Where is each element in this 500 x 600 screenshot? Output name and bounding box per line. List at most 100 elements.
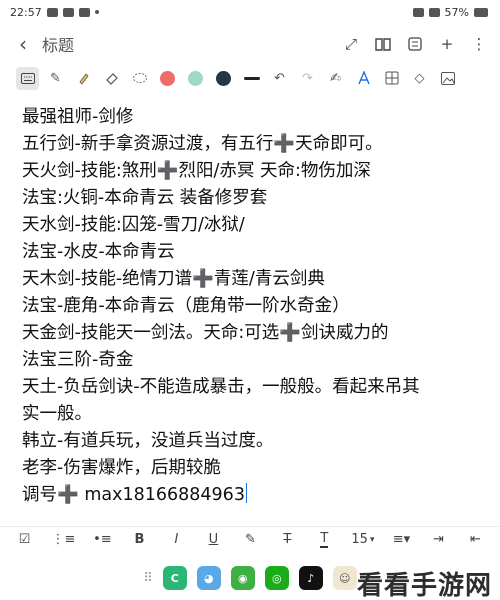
expand-icon: ⤢ <box>344 35 357 53</box>
list-panel-icon <box>408 37 422 51</box>
text-color-button[interactable]: T <box>314 529 334 551</box>
message-icon <box>78 7 90 17</box>
watermark-logo: 看看手游网 <box>356 571 492 600</box>
pen-tool[interactable]: ✎ <box>44 67 67 90</box>
color-red[interactable] <box>156 67 179 90</box>
book-icon <box>375 38 391 51</box>
insert-image-tool[interactable] <box>436 67 459 90</box>
undo-button[interactable]: ↶ <box>268 67 291 90</box>
strikethrough-icon: T <box>283 532 292 547</box>
more-notifications-dot <box>94 10 99 14</box>
italic-icon: I <box>174 532 179 547</box>
indent-button[interactable]: ⇥ <box>428 529 448 551</box>
numbered-list-button[interactable]: ⋮≡ <box>52 529 76 551</box>
redo-button[interactable]: ↷ <box>296 67 319 90</box>
note-line: 法宝:火铜-本命青云 装备修罗套 <box>22 188 268 208</box>
undo-icon: ↶ <box>274 70 285 86</box>
text-color-icon: T <box>320 531 329 548</box>
app-drawer-icon[interactable]: ⠿ <box>143 571 153 586</box>
align-icon: ≡▾ <box>392 532 411 547</box>
shapes-icon: ◇ <box>414 70 425 86</box>
notification-icon <box>46 7 58 17</box>
bold-button[interactable]: B <box>129 529 149 551</box>
dock-app-5[interactable]: ♪ <box>298 566 323 590</box>
dock-app-6[interactable]: ☺ <box>332 566 357 590</box>
signal-icon <box>412 7 424 17</box>
status-left: 22:57 <box>10 6 99 19</box>
battery-level: 57% <box>444 5 469 19</box>
note-line: 法宝三阶-奇金 <box>22 350 134 370</box>
menu-panel-button[interactable] <box>404 33 426 55</box>
note-line: 天金剑-技能天一剑法。天命:可选➕剑诀威力的 <box>22 323 389 343</box>
bullet-list-icon: •≡ <box>93 532 112 547</box>
note-last-line-wrap: 调号➕ max18166884963 <box>22 482 492 509</box>
back-button[interactable]: ‹ <box>10 31 36 57</box>
dock-app-2[interactable]: ◕ <box>196 566 221 590</box>
highlighter-tool[interactable] <box>72 67 95 90</box>
drawing-toolbar: ✎ ↶ ↷ ✍ ◇ <box>8 64 492 92</box>
color-dark[interactable] <box>212 67 235 90</box>
font-size-select[interactable]: 15 ▾ <box>351 529 374 551</box>
bullet-list-button[interactable]: •≡ <box>92 529 112 551</box>
highlight-text-icon: ✎ <box>244 532 256 547</box>
note-line: 五行剑-新手拿资源过渡，有五行➕天命即可。 <box>22 134 383 154</box>
shapes-tool[interactable]: ◇ <box>408 67 431 90</box>
align-button[interactable]: ≡▾ <box>391 529 411 551</box>
note-line: 天水剑-技能:囚笼-雪刀/冰狱/ <box>22 215 245 235</box>
indent-icon: ⇥ <box>433 532 444 547</box>
highlighter-icon <box>78 73 89 85</box>
redo-icon: ↷ <box>302 70 313 86</box>
lasso-tool[interactable] <box>128 67 151 90</box>
note-line: 调号➕ max18166884963 <box>22 485 245 505</box>
wifi-icon <box>428 7 440 17</box>
table-tool[interactable] <box>380 67 403 90</box>
stroke-width-tool[interactable] <box>240 67 263 90</box>
dark-swatch-icon <box>216 70 231 86</box>
pen-icon: ✎ <box>50 70 61 86</box>
music-note-icon: ♪ <box>307 571 315 585</box>
mint-swatch-icon <box>188 70 203 86</box>
numbered-list-icon: ⋮≡ <box>51 532 76 547</box>
more-button[interactable]: ⋮ <box>468 33 490 55</box>
note-title[interactable]: 标题 <box>42 32 340 56</box>
note-body[interactable]: 最强祖师-剑修 五行剑-新手拿资源过渡，有五行➕天命即可。 天火剑-技能:煞刑➕… <box>22 104 492 509</box>
title-bar: ‹ 标题 ⤢ + ⋮ <box>0 26 500 62</box>
chat-bubble-icon: ◕ <box>203 571 214 585</box>
note-line: 天火剑-技能:煞刑➕烈阳/赤冥 天命:物伤加深 <box>22 161 371 181</box>
dock-app-3[interactable]: ◉ <box>230 566 255 590</box>
dock-app-4[interactable]: ◎ <box>264 566 289 590</box>
italic-button[interactable]: I <box>166 529 186 551</box>
underline-button[interactable]: U <box>203 529 223 551</box>
dock-app-1[interactable]: C <box>162 566 187 590</box>
note-line: 天土-负岳剑诀-不能造成暴击，一般般。看起来吊其 <box>22 377 420 397</box>
keyboard-tool[interactable] <box>16 66 39 90</box>
checklist-icon: ☑ <box>18 532 31 547</box>
note-line: 老李-伤害爆炸，后期较脆 <box>22 458 221 478</box>
title-actions: ⤢ + ⋮ <box>340 33 490 55</box>
highlight-text-button[interactable]: ✎ <box>240 529 260 551</box>
messaging-icon: ◎ <box>271 571 282 585</box>
reader-mode-button[interactable] <box>372 33 394 55</box>
table-icon <box>385 71 398 85</box>
strikethrough-button[interactable]: T <box>277 529 297 551</box>
text-style-icon <box>357 71 370 85</box>
text-caret <box>245 483 247 503</box>
text-style-tool[interactable] <box>352 67 375 90</box>
gallery-icon <box>62 7 74 17</box>
plus-icon: + <box>440 35 454 53</box>
eraser-tool[interactable] <box>100 67 123 90</box>
eraser-icon <box>105 73 118 85</box>
note-line: 法宝-水皮-本命青云 <box>22 242 175 262</box>
pen-settings-icon: ✍ <box>330 70 341 86</box>
pen-settings-tool[interactable]: ✍ <box>324 67 347 90</box>
stroke-width-icon <box>243 76 260 80</box>
outdent-button[interactable]: ⇤ <box>465 529 485 551</box>
lasso-icon <box>132 73 147 83</box>
status-time: 22:57 <box>10 5 42 19</box>
color-mint[interactable] <box>184 67 207 90</box>
underline-icon: U <box>208 532 219 547</box>
checklist-button[interactable]: ☑ <box>15 529 35 551</box>
image-icon <box>440 71 455 85</box>
expand-button[interactable]: ⤢ <box>340 33 362 55</box>
add-button[interactable]: + <box>436 33 458 55</box>
